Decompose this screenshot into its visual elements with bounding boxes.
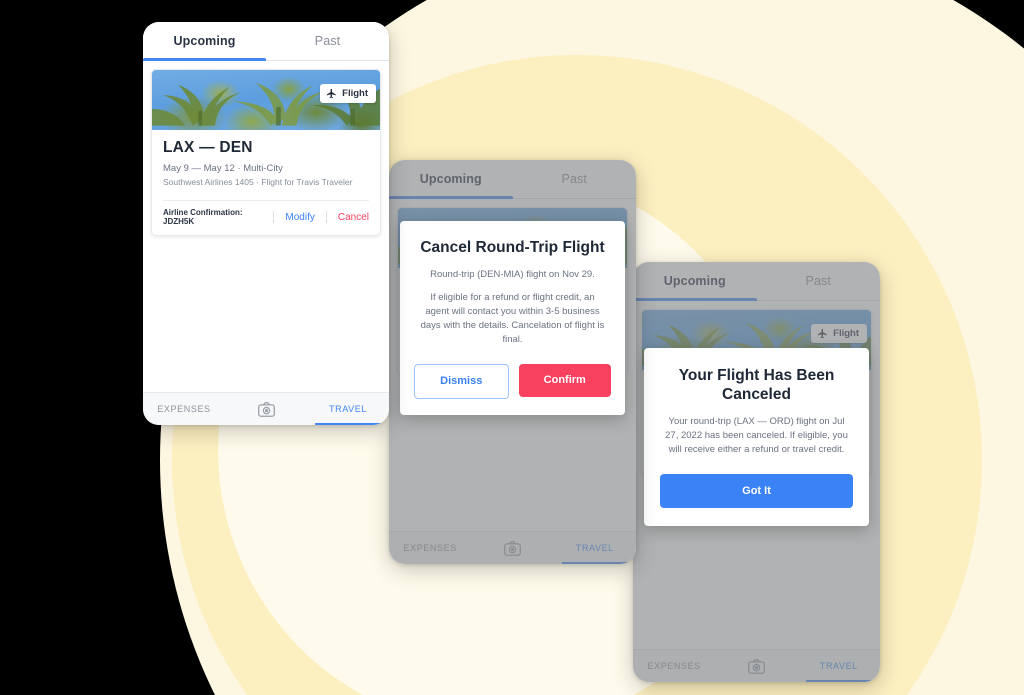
tab-bar-3: Upcoming Past — [633, 262, 880, 301]
canceled-dialog-body: Your round-trip (LAX — ORD) flight on Ju… — [665, 415, 848, 456]
trip-list-body: Flight LAX — DEN May 9 — May 12 · Multi-… — [143, 61, 389, 392]
action-separator-2 — [325, 211, 327, 223]
flight-canceled-dialog: Your Flight Has Been Canceled Your round… — [644, 348, 869, 526]
flight-type-badge-3: Flight — [811, 324, 867, 343]
nav-camera-button-3 — [715, 658, 797, 674]
camera-icon-3 — [748, 658, 765, 674]
trip-flight-info: Southwest Airlines 1405 · Flight for Tra… — [163, 177, 353, 187]
modify-button[interactable]: Modify — [285, 212, 314, 223]
nav-expenses-label: EXPENSES — [157, 404, 211, 414]
flight-badge-label: Flight — [342, 88, 368, 99]
nav-travel-label: TRAVEL — [329, 404, 367, 414]
nav-travel-label-2: TRAVEL — [575, 543, 614, 553]
trip-route: LAX — DEN — [163, 139, 253, 156]
cancel-dialog-subtitle: Round-trip (DEN-MIA) flight on Nov 29. — [430, 268, 595, 280]
nav-expenses-label-3: EXPENSES — [647, 661, 701, 671]
cancel-dialog-title: Cancel Round-Trip Flight — [420, 239, 605, 256]
tab-past-3[interactable]: Past — [757, 262, 881, 300]
tab-past-label-2: Past — [561, 172, 587, 186]
nav-travel[interactable]: TRAVEL — [307, 393, 389, 425]
phone-screen-trip-list: Upcoming Past Flight LAX — DEN May 9 — M… — [143, 22, 389, 425]
camera-icon — [257, 401, 275, 417]
tab-bar: Upcoming Past — [143, 22, 389, 61]
trip-card-actions: Airline Confirmation: JDZH5K Modify Canc… — [152, 201, 380, 235]
bottom-navigation-3: EXPENSES TRAVEL — [633, 649, 880, 682]
tab-upcoming[interactable]: Upcoming — [143, 22, 266, 61]
tab-past[interactable]: Past — [266, 22, 389, 60]
canceled-dialog-title: Your Flight Has Been Canceled — [678, 367, 835, 403]
tab-upcoming-label: Upcoming — [173, 34, 236, 48]
nav-camera-button-2 — [471, 540, 553, 556]
action-separator — [273, 211, 275, 223]
nav-expenses-2: EXPENSES — [389, 532, 471, 564]
tab-upcoming-2[interactable]: Upcoming — [389, 160, 513, 199]
tab-past-label: Past — [314, 34, 341, 48]
flight-badge-label-3: Flight — [833, 328, 859, 339]
flight-type-badge: Flight — [320, 84, 376, 103]
tab-upcoming-label-2: Upcoming — [419, 172, 482, 186]
airline-confirmation: Airline Confirmation: JDZH5K — [163, 208, 243, 226]
cancel-button[interactable]: Cancel — [338, 212, 369, 223]
phone-screen-canceled-confirmation: Upcoming Past Flight EXPENSES TRAVEL You… — [633, 262, 880, 682]
bottom-navigation: EXPENSES TRAVEL — [143, 392, 389, 425]
got-it-button[interactable]: Got It — [660, 473, 853, 508]
camera-icon-2 — [504, 540, 521, 556]
airplane-icon — [327, 88, 336, 99]
screenshot-stage: Upcoming Past Flight LAX — DEN May 9 — M… — [0, 0, 1024, 695]
nav-expenses[interactable]: EXPENSES — [143, 393, 225, 425]
tab-past-2[interactable]: Past — [513, 160, 637, 198]
cancel-dialog-actions: Dismiss Confirm — [414, 363, 611, 399]
nav-expenses-3: EXPENSES — [633, 650, 715, 682]
bottom-navigation-2: EXPENSES TRAVEL — [389, 531, 636, 564]
tab-upcoming-3[interactable]: Upcoming — [633, 262, 757, 301]
trip-card-meta: LAX — DEN May 9 — May 12 · Multi-City So… — [152, 130, 380, 193]
tab-bar-2: Upcoming Past — [389, 160, 636, 199]
nav-expenses-label-2: EXPENSES — [403, 543, 457, 553]
nav-travel-2: TRAVEL — [554, 532, 636, 564]
tab-past-label-3: Past — [805, 274, 831, 288]
airplane-icon-3 — [818, 328, 827, 339]
cancel-flight-dialog: Cancel Round-Trip Flight Round-trip (DEN… — [400, 221, 625, 415]
phone-screen-cancel-dialog: Upcoming Past EXPENSES TRAVEL Cancel Rou… — [389, 160, 636, 564]
nav-travel-label-3: TRAVEL — [819, 661, 858, 671]
trip-card[interactable]: Flight LAX — DEN May 9 — May 12 · Multi-… — [151, 69, 381, 236]
dismiss-button[interactable]: Dismiss — [414, 363, 509, 399]
nav-camera-button[interactable] — [225, 401, 307, 417]
tab-upcoming-label-3: Upcoming — [663, 274, 726, 288]
confirm-button[interactable]: Confirm — [518, 363, 611, 397]
cancel-dialog-body: If eligible for a refund or flight credi… — [420, 291, 605, 346]
trip-card-photo: Flight — [152, 70, 380, 130]
trip-dates: May 9 — May 12 · Multi-City — [163, 163, 283, 174]
nav-travel-3: TRAVEL — [798, 650, 880, 682]
